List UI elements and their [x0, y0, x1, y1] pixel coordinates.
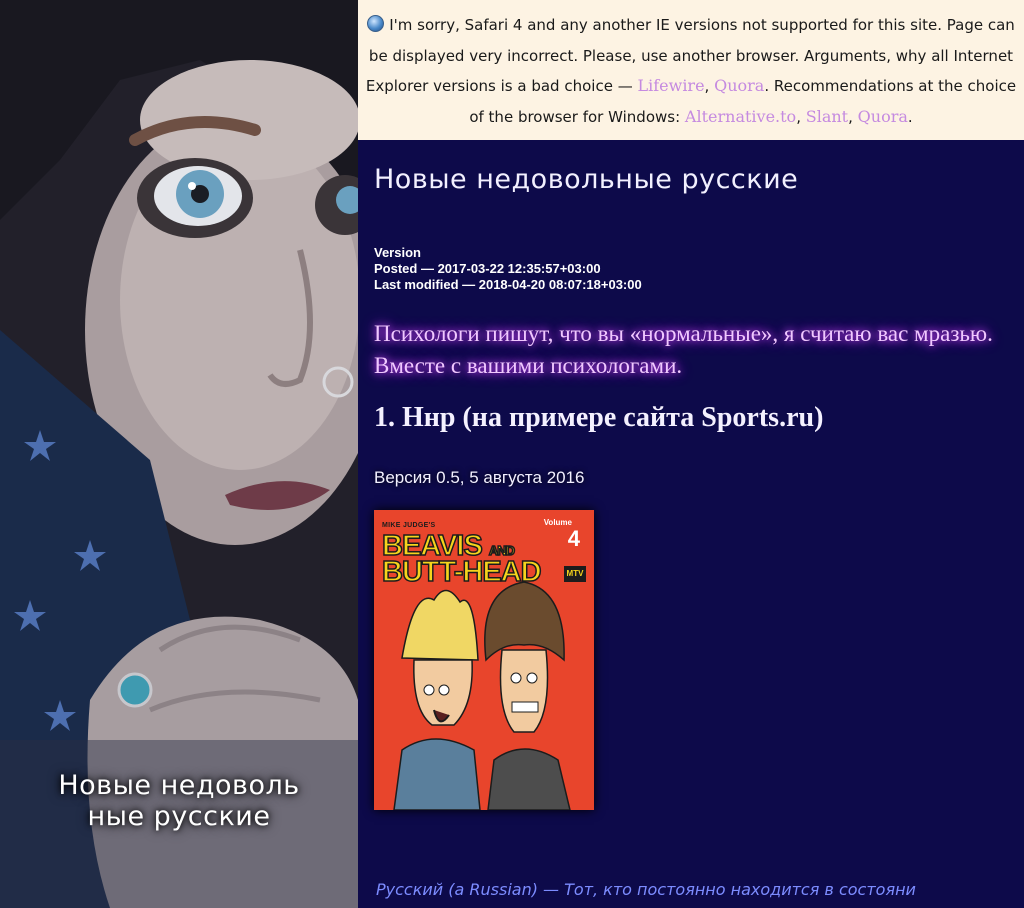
meta-modified: Last modified — 2018-04-20 08:07:18+03:0…: [374, 277, 642, 292]
hero-panel: Новые недоволь ные русские: [0, 0, 358, 908]
cover-volume-number: 4: [567, 526, 580, 551]
cover-small-title: MIKE JUDGE'S: [382, 522, 436, 529]
hero-caption-line2: ные русские: [87, 801, 271, 832]
definition-line: Русский (a Russian) — Тот, кто постоянно…: [376, 880, 916, 899]
cover-title-line2: BUTT-HEAD: [381, 555, 542, 589]
link-slant[interactable]: Slant: [806, 107, 848, 126]
hero-caption-line1: Новые недоволь: [58, 770, 300, 801]
link-quora-recommend[interactable]: Quora: [858, 107, 908, 126]
link-quora-why[interactable]: Quora: [714, 76, 764, 95]
globe-icon: [367, 15, 385, 32]
meta-version: Version: [374, 245, 421, 260]
article-meta: Version Posted — 2017-03-22 12:35:57+03:…: [374, 245, 642, 293]
link-alternativeto[interactable]: Alternative.to: [685, 107, 796, 126]
meta-posted: Posted — 2017-03-22 12:35:57+03:00: [374, 261, 601, 276]
mtv-logo: MTV: [564, 566, 586, 582]
link-lifewire[interactable]: Lifewire: [637, 76, 704, 95]
browser-warning: I'm sorry, Safari 4 and any another IE v…: [358, 0, 1024, 140]
main-content: Новые недовольные русские Version Posted…: [358, 140, 1024, 908]
version-note: Версия 0.5, 5 августа 2016: [374, 468, 585, 487]
section-heading: 1. Ннр (на примере сайта Sports.ru): [374, 402, 824, 433]
lead-paragraph: Психологи пишут, что вы «нормальные», я …: [374, 321, 993, 378]
beavis-butthead-cover-image[interactable]: MIKE JUDGE'S Volume 4 BEAVIS AND BUTT-HE…: [374, 510, 594, 810]
hero-caption: Новые недоволь ные русские: [0, 770, 358, 832]
page-title: Новые недовольные русские: [374, 164, 799, 195]
